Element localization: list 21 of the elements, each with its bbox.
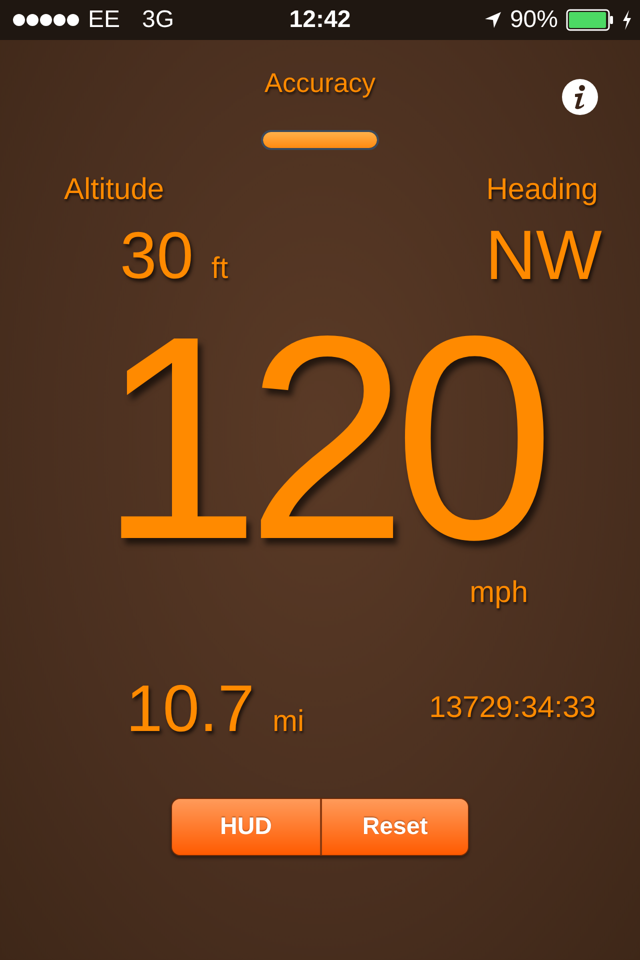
clock: 12:42 bbox=[289, 6, 351, 34]
altitude-label: Altitude bbox=[64, 173, 164, 207]
battery-percent: 90% bbox=[510, 6, 558, 34]
altitude-value: 30 bbox=[120, 217, 194, 293]
location-arrow-icon bbox=[484, 11, 502, 29]
heading-value: NW bbox=[485, 215, 602, 295]
speed-unit: mph bbox=[470, 576, 528, 610]
heading-label: Heading bbox=[486, 173, 598, 207]
signal-icon bbox=[12, 13, 80, 27]
altitude-unit: ft bbox=[211, 252, 228, 286]
distance-unit: mi bbox=[272, 705, 304, 739]
accuracy-label: Accuracy bbox=[264, 68, 376, 98]
charging-icon bbox=[622, 10, 632, 30]
battery-icon bbox=[566, 9, 614, 31]
hud-button[interactable]: HUD bbox=[172, 799, 320, 855]
reset-button[interactable]: Reset bbox=[320, 799, 468, 855]
elapsed-time: 13729:34:33 bbox=[429, 691, 596, 725]
info-icon[interactable] bbox=[562, 79, 598, 115]
network-type: 3G bbox=[142, 6, 174, 34]
carrier: EE bbox=[88, 6, 120, 34]
distance-value: 10.7 bbox=[126, 670, 254, 746]
